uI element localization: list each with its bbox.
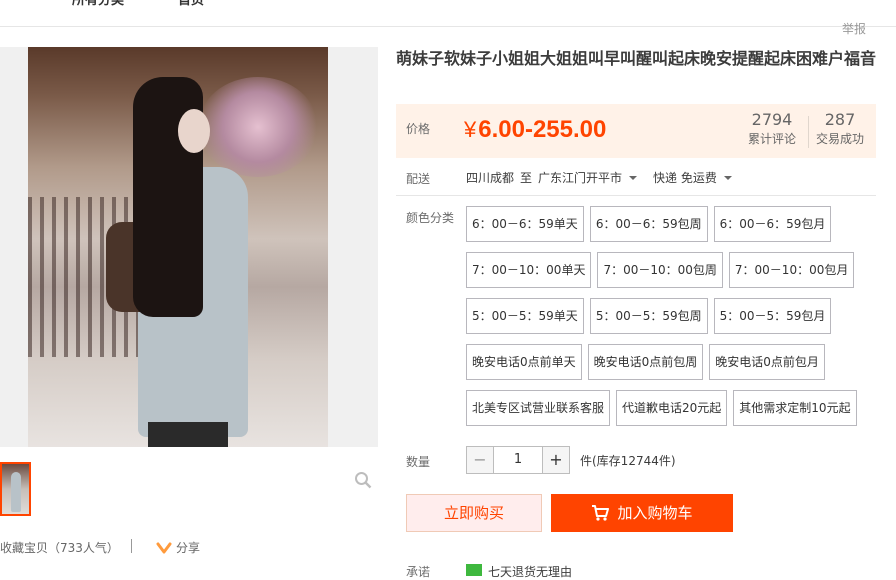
price-range: 6.00-255.00 xyxy=(478,116,607,143)
ship-method: 快递 免运费 xyxy=(653,171,717,185)
sku-row: 6：00－6：59单天 6：00－6：59包周 6：00－6：59包月 xyxy=(466,206,876,242)
sku-option[interactable]: 晚安电话0点前包周 xyxy=(587,344,704,380)
sku-label: 颜色分类 xyxy=(406,211,455,225)
add-to-cart-button[interactable]: 加入购物车 xyxy=(551,494,733,532)
zoom-icon[interactable] xyxy=(354,471,372,489)
sku-option[interactable]: 代道歉电话20元起 xyxy=(616,390,728,426)
chevron-down-icon xyxy=(629,175,638,180)
sku-option[interactable]: 北美专区试营业联系客服 xyxy=(466,390,611,426)
promise-label: 承诺 xyxy=(406,565,431,579)
sales-count: 287 xyxy=(824,110,856,129)
sales-stat: 287 交易成功 xyxy=(816,110,864,148)
sku-option[interactable]: 6：00－6：59包月 xyxy=(713,206,832,242)
sku-options: 6：00－6：59单天 6：00－6：59包周 6：00－6：59包月 7：00… xyxy=(466,206,876,436)
sku-option[interactable]: 7：00－10：00包月 xyxy=(728,252,855,288)
ship-method-select[interactable]: 快递 免运费 xyxy=(653,169,732,186)
sku-row: 晚安电话0点前单天 晚安电话0点前包周 晚安电话0点前包月 xyxy=(466,344,876,380)
quantity-stepper: − 1 + 件(库存12744件) xyxy=(466,446,676,474)
stock-info: 件(库存12744件) xyxy=(580,453,676,468)
reviews-stat[interactable]: 2794 累计评论 xyxy=(748,110,796,148)
ship-to-word: 至 xyxy=(520,171,533,185)
sku-option[interactable]: 5：00－5：59包周 xyxy=(589,298,708,334)
nav-all-categories[interactable]: 所有分类 xyxy=(72,0,124,8)
favorite-link[interactable]: 收藏宝贝（733人气） xyxy=(0,539,119,556)
reviews-count: 2794 xyxy=(751,110,793,129)
shipping-label: 配送 xyxy=(406,172,431,186)
sku-option[interactable]: 晚安电话0点前包月 xyxy=(709,344,825,380)
share-label: 分享 xyxy=(176,541,201,555)
sku-option[interactable]: 晚安电话0点前单天 xyxy=(466,344,582,380)
product-photo[interactable] xyxy=(28,47,328,447)
thumbnail-image[interactable] xyxy=(0,462,31,516)
ship-to-select[interactable]: 广东江门开平市 xyxy=(538,169,638,186)
stat-divider xyxy=(808,116,809,148)
share-button[interactable]: 分享 xyxy=(156,539,200,556)
chevron-down-icon xyxy=(723,175,732,180)
sku-option[interactable]: 7：00－10：00单天 xyxy=(466,252,592,288)
shipping-route: 四川成都 至 xyxy=(466,169,538,186)
promise-badge-icon xyxy=(466,564,482,576)
sku-option[interactable]: 5：00－5：59包月 xyxy=(713,298,832,334)
quantity-input[interactable]: 1 xyxy=(494,446,542,474)
sku-option[interactable]: 7：00－10：00包周 xyxy=(597,252,723,288)
sku-option[interactable]: 6：00－6：59单天 xyxy=(466,206,584,242)
price-label: 价格 xyxy=(406,122,431,136)
main-image-area[interactable] xyxy=(0,47,378,489)
sku-option[interactable]: 6：00－6：59包周 xyxy=(589,206,708,242)
reviews-label: 累计评论 xyxy=(748,132,797,146)
sku-row: 北美专区试营业联系客服 代道歉电话20元起 其他需求定制10元起 xyxy=(466,390,876,426)
top-nav: 所有分类 首页 xyxy=(0,0,896,27)
price-value: ¥6.00-255.00 xyxy=(464,110,606,150)
currency-symbol: ¥ xyxy=(464,117,477,142)
quantity-label: 数量 xyxy=(406,455,431,469)
sku-option[interactable]: 5：00－5：59单天 xyxy=(466,298,584,334)
price-panel: 价格 ¥6.00-255.00 2794 累计评论 287 交易成功 xyxy=(396,104,876,158)
report-link[interactable]: 举报 xyxy=(842,20,866,37)
divider xyxy=(131,539,132,553)
sales-label: 交易成功 xyxy=(816,132,865,146)
nav-home[interactable]: 首页 xyxy=(178,0,204,8)
share-icon xyxy=(156,542,172,553)
add-to-cart-label: 加入购物车 xyxy=(617,504,693,522)
buy-now-button[interactable]: 立即购买 xyxy=(406,494,542,532)
sku-row: 7：00－10：00单天 7：00－10：00包周 7：00－10：00包月 xyxy=(466,252,876,288)
cart-icon xyxy=(592,505,610,521)
ship-from: 四川成都 xyxy=(466,171,515,185)
decrement-button[interactable]: − xyxy=(466,446,494,474)
sku-option[interactable]: 其他需求定制10元起 xyxy=(733,390,857,426)
divider xyxy=(396,195,876,196)
increment-button[interactable]: + xyxy=(542,446,570,474)
ship-to: 广东江门开平市 xyxy=(538,171,623,185)
promise-text[interactable]: 七天退货无理由 xyxy=(488,563,572,580)
product-title: 萌妹子软妹子小姐姐大姐姐叫早叫醒叫起床晚安提醒起床困难户福音 xyxy=(396,49,877,68)
sku-row: 5：00－5：59单天 5：00－5：59包周 5：00－5：59包月 xyxy=(466,298,876,334)
